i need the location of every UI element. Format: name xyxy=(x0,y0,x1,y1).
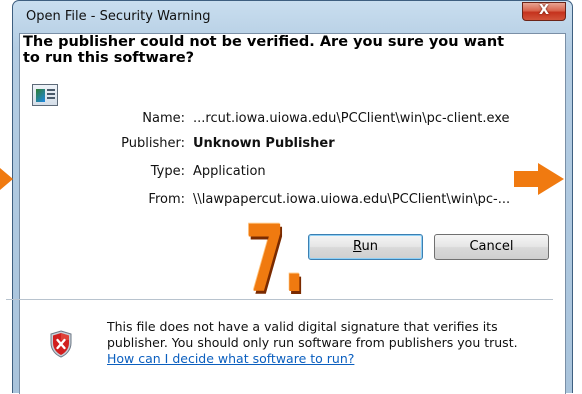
help-link[interactable]: How can I decide what software to run? xyxy=(107,351,354,366)
warning-headline: The publisher could not be verified. Are… xyxy=(23,34,505,66)
run-label-rest: un xyxy=(361,239,378,254)
type-value: Application xyxy=(193,164,266,179)
publisher-value: Unknown Publisher xyxy=(193,136,335,151)
publisher-label: Publisher: xyxy=(121,136,185,151)
cancel-button[interactable]: Cancel xyxy=(434,234,549,260)
close-button[interactable]: X xyxy=(522,2,566,21)
name-label: Name: xyxy=(142,111,185,126)
type-label: Type: xyxy=(150,164,185,179)
from-label: From: xyxy=(148,192,185,207)
warning-description: This file does not have a valid digital … xyxy=(107,319,518,350)
window-title: Open File - Security Warning xyxy=(26,9,211,24)
security-shield-error-icon xyxy=(50,330,72,358)
application-icon xyxy=(32,84,58,106)
annotation-step-number: 7. xyxy=(245,206,305,313)
run-button[interactable]: Run xyxy=(308,234,423,260)
from-value: \\lawpapercut.iowa.uiowa.edu\PCClient\wi… xyxy=(193,192,511,207)
title-bar[interactable]: Open File - Security Warning X xyxy=(13,1,572,33)
name-value: ...rcut.iowa.uiowa.edu\PCClient\win\pc-c… xyxy=(193,111,510,126)
annotation-arrow-left-icon xyxy=(0,168,13,190)
annotation-arrow-right-icon xyxy=(514,163,564,195)
